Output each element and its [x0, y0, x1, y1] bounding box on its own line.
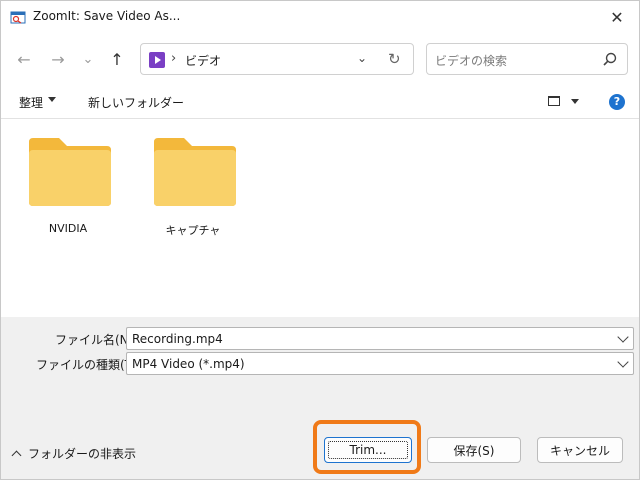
filetype-value: MP4 Video (*.mp4) — [132, 357, 245, 371]
organize-button[interactable]: 整理 — [19, 94, 43, 111]
filetype-select[interactable]: MP4 Video (*.mp4) — [126, 352, 634, 375]
hide-folders-label: フォルダーの非表示 — [28, 447, 137, 461]
breadcrumb-separator: › — [171, 51, 177, 66]
filename-value: Recording.mp4 — [132, 332, 223, 346]
title-bar: ZoomIt: Save Video As... ✕ — [1, 1, 639, 33]
command-bar: 整理 新しいフォルダー ? — [1, 85, 639, 119]
save-video-dialog: ZoomIt: Save Video As... ✕ ← → ⌄ ↑ › ビデオ… — [0, 0, 640, 480]
cancel-button-label: キャンセル — [549, 443, 610, 458]
folder-label: キャプチャ — [165, 224, 221, 237]
refresh-icon[interactable]: ↻ — [388, 50, 401, 68]
up-button[interactable]: ↑ — [105, 47, 129, 71]
recent-locations-button[interactable]: ⌄ — [76, 47, 100, 71]
forward-arrow-icon: → — [51, 49, 65, 69]
videos-folder-icon — [149, 52, 165, 68]
close-icon: ✕ — [610, 7, 624, 27]
forward-button[interactable]: → — [46, 47, 70, 71]
folder-icon — [29, 138, 111, 206]
view-caret-icon[interactable] — [571, 99, 579, 104]
chevron-up-icon — [11, 450, 22, 461]
view-mode-icon[interactable] — [548, 96, 560, 106]
organize-caret-icon — [48, 97, 56, 102]
help-icon[interactable]: ? — [609, 94, 625, 110]
address-dropdown-icon[interactable]: ⌄ — [357, 51, 367, 65]
filename-field[interactable]: Recording.mp4 — [126, 327, 634, 350]
back-button[interactable]: ← — [12, 47, 36, 71]
window-title: ZoomIt: Save Video As... — [33, 9, 181, 23]
search-icon — [603, 52, 617, 66]
save-button[interactable]: 保存(S) — [427, 437, 521, 463]
search-placeholder: ビデオの検索 — [435, 54, 508, 68]
close-button[interactable]: ✕ — [595, 1, 639, 33]
folder-item-capture[interactable]: キャプチャ — [145, 136, 241, 246]
folder-icon — [154, 138, 236, 206]
file-list: NVIDIA キャプチャ — [1, 120, 639, 317]
hide-folders-toggle[interactable]: フォルダーの非表示 — [11, 445, 137, 462]
chevron-down-icon[interactable] — [617, 356, 629, 368]
zoomit-app-icon — [10, 11, 26, 24]
new-folder-button[interactable]: 新しいフォルダー — [88, 94, 184, 111]
breadcrumb-current[interactable]: ビデオ — [185, 52, 221, 69]
back-arrow-icon: ← — [17, 49, 31, 69]
save-button-label: 保存(S) — [453, 443, 495, 458]
folder-label: NVIDIA — [48, 222, 88, 235]
chevron-down-icon: ⌄ — [82, 51, 94, 67]
search-box[interactable]: ビデオの検索 — [426, 43, 628, 75]
trim-highlight-annotation — [313, 420, 421, 474]
navigation-bar: ← → ⌄ ↑ › ビデオ ⌄ ↻ ビデオの検索 — [1, 33, 639, 85]
up-arrow-icon: ↑ — [110, 49, 124, 69]
address-bar[interactable]: › ビデオ ⌄ ↻ — [140, 43, 414, 75]
folder-item-nvidia[interactable]: NVIDIA — [20, 136, 116, 246]
cancel-button[interactable]: キャンセル — [537, 437, 623, 463]
chevron-down-icon[interactable] — [617, 331, 629, 343]
